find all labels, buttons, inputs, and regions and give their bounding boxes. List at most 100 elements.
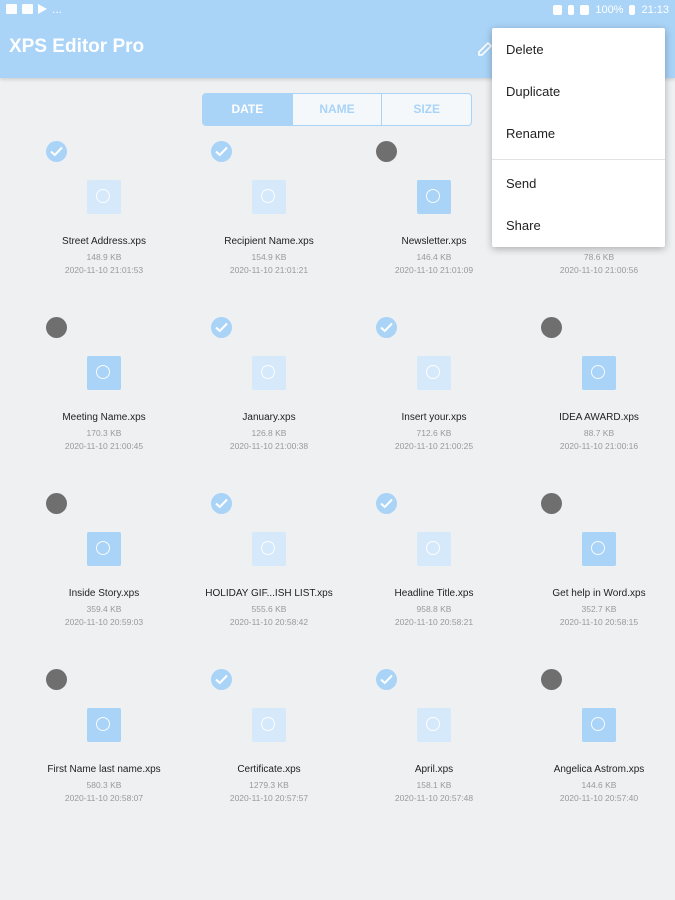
bluetooth-icon [568, 5, 575, 15]
file-date: 2020-11-10 20:59:03 [64, 617, 144, 627]
unselected-circle-icon[interactable] [541, 317, 562, 338]
menu-divider [492, 159, 665, 160]
selected-check-icon[interactable] [376, 317, 397, 338]
file-size: 352.7 KB [581, 604, 617, 614]
file-item[interactable]: Street Address.xps 148.9 KB 2020-11-10 21:… [10, 138, 175, 308]
file-date: 2020-11-10 20:57:57 [229, 793, 309, 803]
file-date: 2020-11-10 21:01:09 [394, 265, 474, 275]
file-name: Inside Story.xps [68, 588, 140, 599]
unselected-circle-icon[interactable] [541, 493, 562, 514]
file-name: Certificate.xps [237, 764, 301, 775]
xps-logo-icon [591, 717, 605, 731]
file-date: 2020-11-10 21:00:45 [64, 441, 144, 451]
xps-logo-icon [426, 189, 440, 203]
file-item[interactable]: Angelica Astrom.xps 144.6 KB 2020-11-10 20… [505, 666, 670, 836]
file-name: Insert your.xps [401, 412, 467, 423]
xps-file-icon [87, 356, 121, 390]
file-item[interactable]: Get help in Word.xps 352.7 KB 2020-11-10 2… [505, 490, 670, 660]
xps-logo-icon [591, 365, 605, 379]
menu-item-share[interactable]: Share [506, 218, 541, 233]
file-item[interactable]: Newsletter.xps 146.4 KB 2020-11-10 21:01:0… [340, 138, 505, 308]
pdf-notification-icon [22, 4, 33, 14]
sort-segmented-control: DATE NAME SIZE [202, 93, 472, 126]
file-item[interactable]: Recipient Name.xps 154.9 KB 2020-11-10 21:… [175, 138, 340, 308]
selected-check-icon[interactable] [211, 669, 232, 690]
battery-icon [629, 5, 636, 15]
file-item[interactable]: IDEA AWARD.xps 88.7 KB 2020-11-10 21:00:16 [505, 314, 670, 484]
sort-tab-name[interactable]: NAME [293, 94, 383, 125]
file-size: 555.6 KB [251, 604, 287, 614]
alarm-icon [553, 5, 563, 15]
context-menu: Delete Duplicate Rename Send Share [492, 28, 665, 247]
xps-logo-icon [96, 717, 110, 731]
app-title: XPS Editor Pro [9, 36, 145, 57]
file-item[interactable]: Certificate.xps 1279.3 KB 2020-11-10 20:57… [175, 666, 340, 836]
sort-tab-size[interactable]: SIZE [382, 94, 471, 125]
file-size: 1279.3 KB [249, 780, 289, 790]
file-size: 580.3 KB [86, 780, 122, 790]
xps-file-icon [252, 708, 286, 742]
image-notification-icon [6, 4, 17, 14]
file-name: HOLIDAY GIF...ISH LIST.xps [205, 588, 333, 599]
xps-file-icon [252, 180, 286, 214]
file-size: 170.3 KB [86, 428, 122, 438]
xps-logo-icon [261, 541, 275, 555]
file-item[interactable]: April.xps 158.1 KB 2020-11-10 20:57:48 [340, 666, 505, 836]
unselected-circle-icon[interactable] [46, 669, 67, 690]
xps-file-icon [87, 532, 121, 566]
selected-check-icon[interactable] [211, 317, 232, 338]
file-size: 712.6 KB [416, 428, 452, 438]
file-size: 958.8 KB [416, 604, 452, 614]
unselected-circle-icon[interactable] [376, 141, 397, 162]
file-date: 2020-11-10 20:58:21 [394, 617, 474, 627]
selected-check-icon[interactable] [211, 493, 232, 514]
file-size: 359.4 KB [86, 604, 122, 614]
menu-item-delete[interactable]: Delete [506, 42, 544, 57]
selected-check-icon[interactable] [376, 493, 397, 514]
file-date: 2020-11-10 21:01:53 [64, 265, 144, 275]
xps-logo-icon [261, 365, 275, 379]
clock: 21:13 [641, 4, 669, 16]
file-name: Headline Title.xps [394, 588, 474, 599]
file-name: April.xps [414, 764, 454, 775]
file-item[interactable]: First Name last name.xps 580.3 KB 2020-11-… [10, 666, 175, 836]
file-date: 2020-11-10 21:00:38 [229, 441, 309, 451]
file-item[interactable]: Insert your.xps 712.6 KB 2020-11-10 21:00:… [340, 314, 505, 484]
selected-check-icon[interactable] [211, 141, 232, 162]
battery-level: 100% [595, 4, 624, 16]
selected-check-icon[interactable] [46, 141, 67, 162]
file-size: 146.4 KB [416, 252, 452, 262]
file-item[interactable]: Meeting Name.xps 170.3 KB 2020-11-10 21:00… [10, 314, 175, 484]
xps-file-icon [417, 180, 451, 214]
file-date: 2020-11-10 21:00:16 [559, 441, 639, 451]
menu-item-rename[interactable]: Rename [506, 126, 555, 141]
file-date: 2020-11-10 20:58:42 [229, 617, 309, 627]
file-item[interactable]: Headline Title.xps 958.8 KB 2020-11-10 20:… [340, 490, 505, 660]
file-date: 2020-11-10 21:00:56 [559, 265, 639, 275]
xps-logo-icon [96, 365, 110, 379]
menu-item-send[interactable]: Send [506, 176, 536, 191]
file-name: Meeting Name.xps [62, 412, 146, 423]
xps-logo-icon [426, 717, 440, 731]
selected-check-icon[interactable] [376, 669, 397, 690]
xps-logo-icon [96, 541, 110, 555]
file-item[interactable]: January.xps 126.8 KB 2020-11-10 21:00:38 [175, 314, 340, 484]
file-name: First Name last name.xps [47, 764, 161, 775]
file-date: 2020-11-10 20:57:40 [559, 793, 639, 803]
sort-tab-date[interactable]: DATE [203, 94, 293, 125]
file-item[interactable]: Inside Story.xps 359.4 KB 2020-11-10 20:59… [10, 490, 175, 660]
xps-file-icon [417, 356, 451, 390]
file-size: 158.1 KB [416, 780, 452, 790]
file-size: 144.6 KB [581, 780, 617, 790]
file-date: 2020-11-10 21:01:21 [229, 265, 309, 275]
file-item[interactable]: HOLIDAY GIF...ISH LIST.xps 555.6 KB 2020-1… [175, 490, 340, 660]
xps-file-icon [582, 356, 616, 390]
file-name: January.xps [242, 412, 296, 423]
unselected-circle-icon[interactable] [541, 669, 562, 690]
unselected-circle-icon[interactable] [46, 317, 67, 338]
menu-item-duplicate[interactable]: Duplicate [506, 84, 560, 99]
xps-file-icon [252, 356, 286, 390]
unselected-circle-icon[interactable] [46, 493, 67, 514]
file-size: 148.9 KB [86, 252, 122, 262]
file-name: Get help in Word.xps [552, 588, 646, 599]
